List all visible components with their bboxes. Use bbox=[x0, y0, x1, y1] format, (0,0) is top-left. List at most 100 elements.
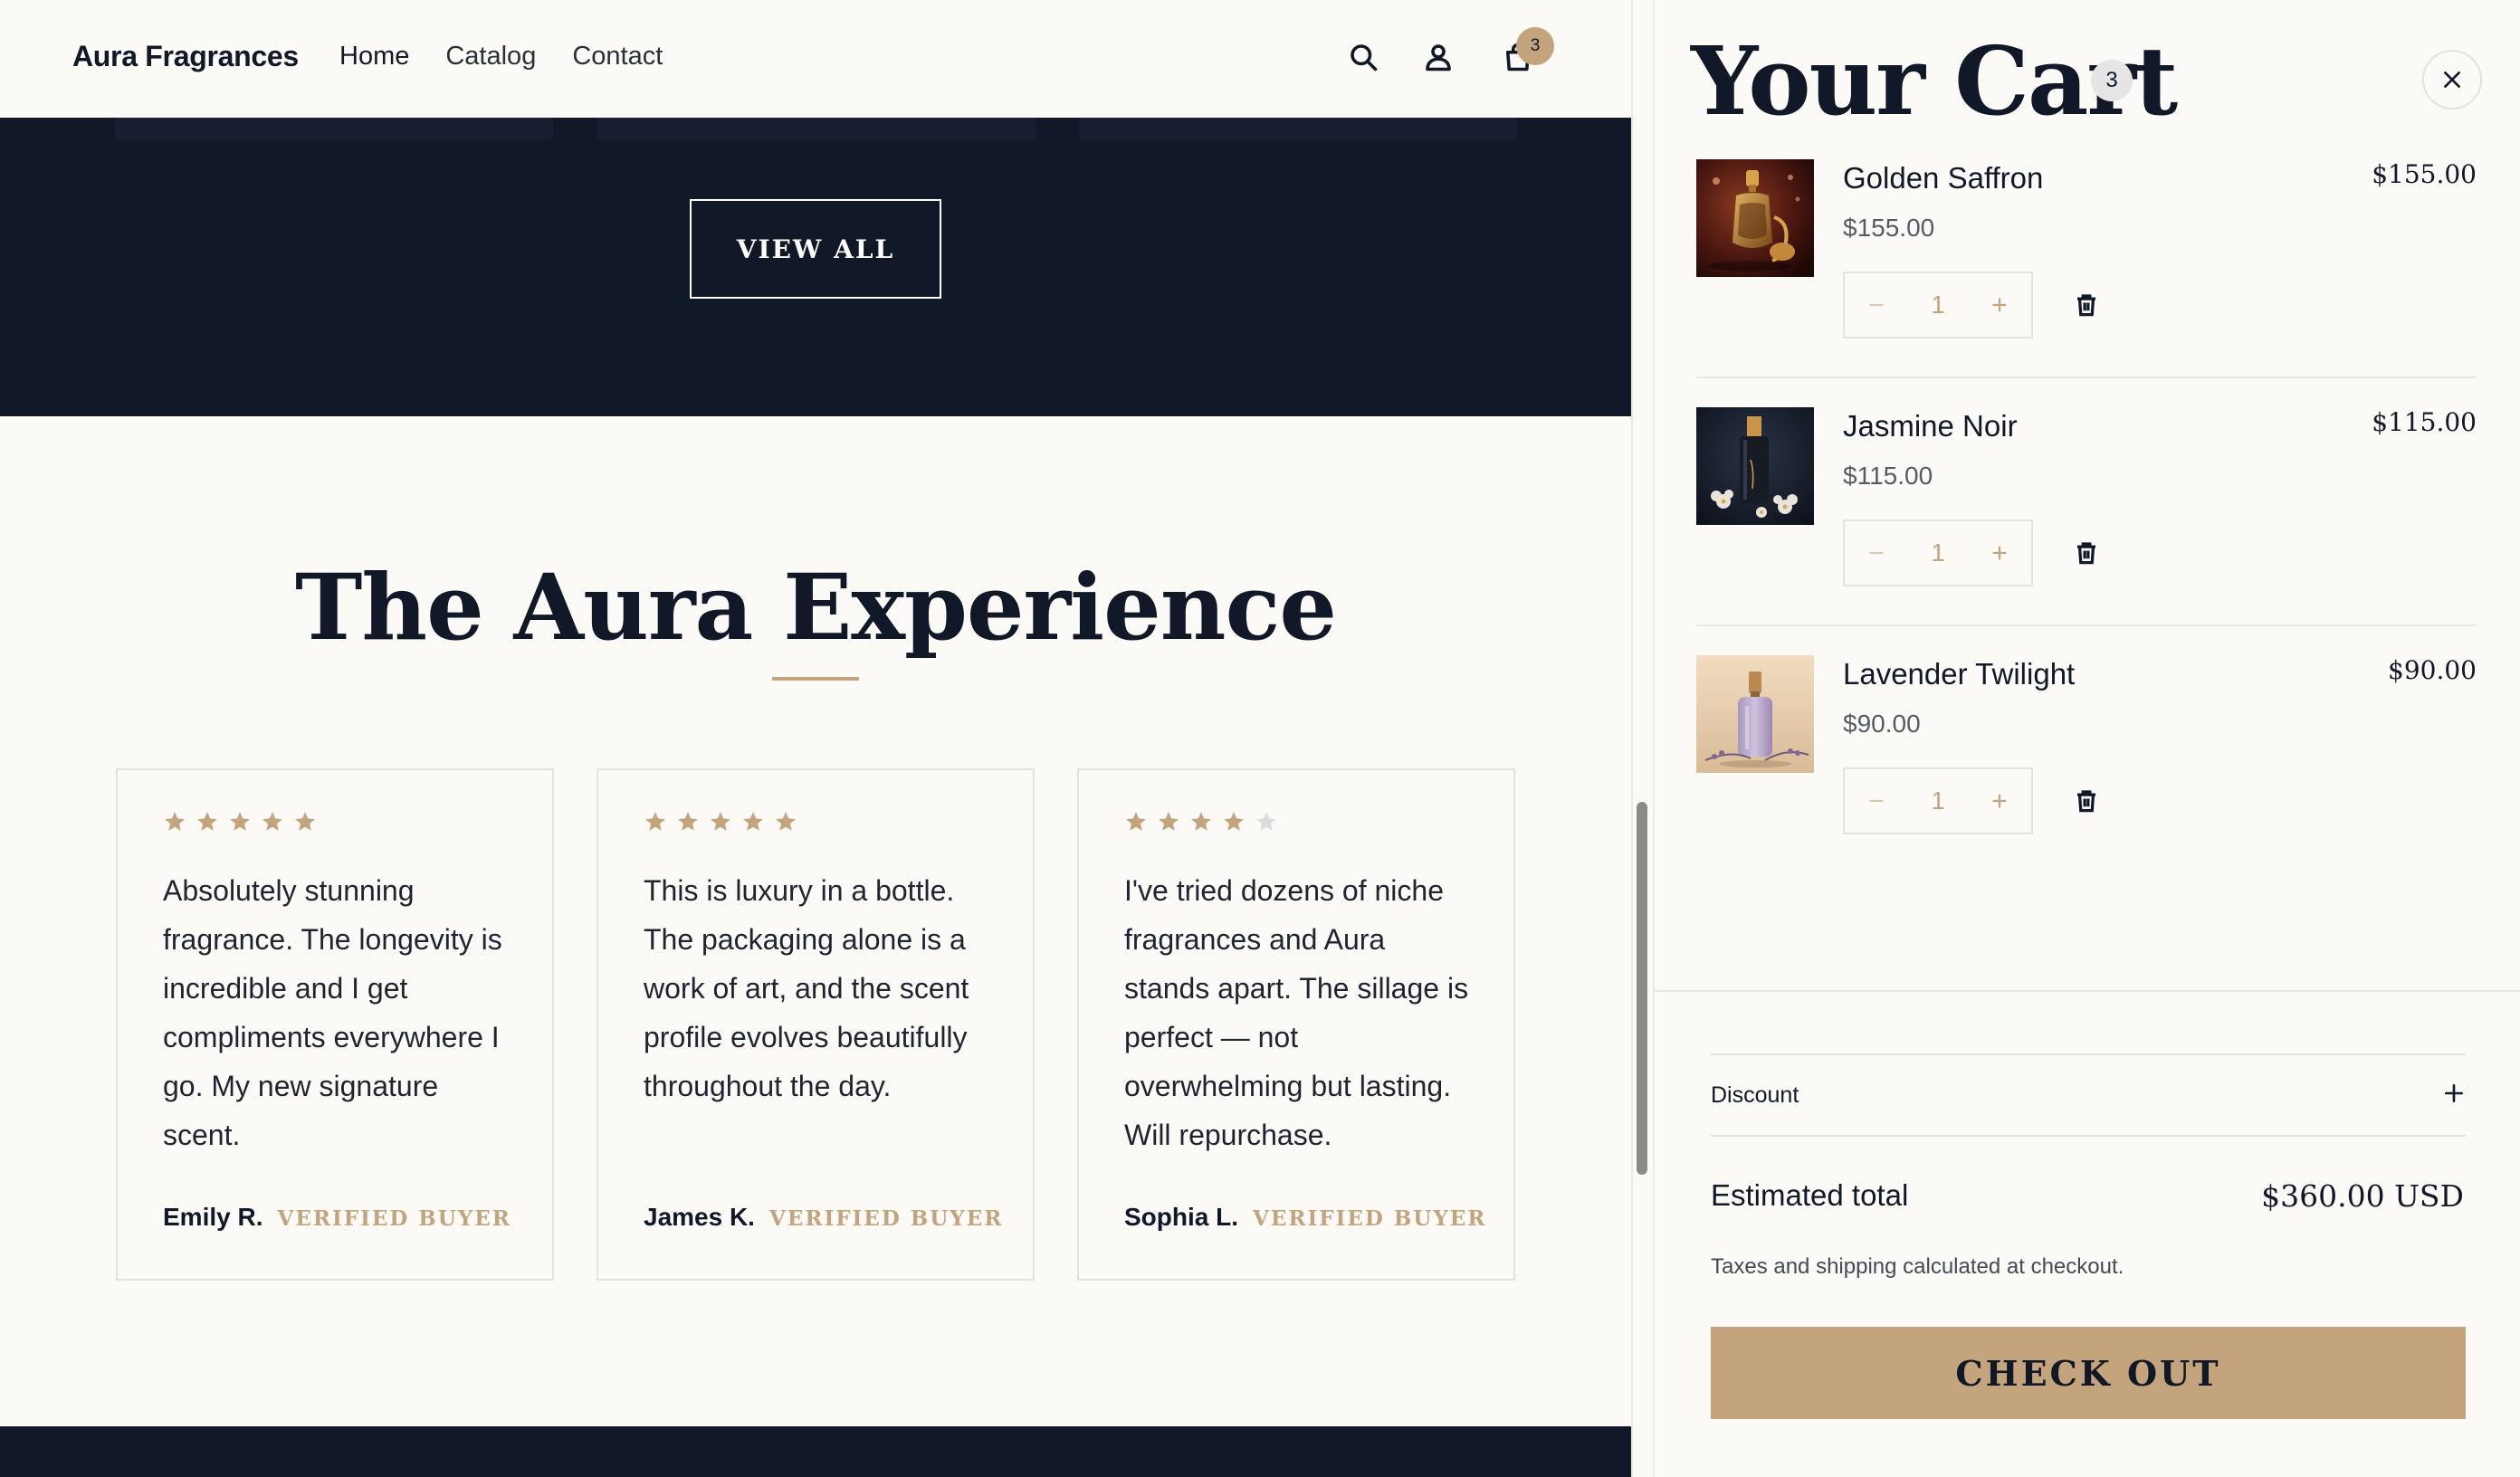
review-author: Emily R. VERIFIED BUYER bbox=[163, 1203, 511, 1232]
star-icon bbox=[197, 812, 217, 831]
quantity-stepper: 1 bbox=[1843, 519, 2033, 586]
nav-home[interactable]: Home bbox=[339, 42, 409, 71]
star-icon bbox=[262, 812, 282, 831]
decrease-quantity-button[interactable] bbox=[1863, 291, 1890, 319]
cart-count-badge: 3 bbox=[1516, 27, 1554, 65]
minus-icon bbox=[1869, 303, 1884, 307]
verified-badge: VERIFIED BUYER bbox=[277, 1206, 511, 1231]
scrollbar-thumb[interactable] bbox=[1637, 802, 1647, 1175]
close-cart-button[interactable] bbox=[2422, 50, 2482, 110]
storefront-page: VIEW ALL Aura Fragrances Home Catalog Co… bbox=[0, 0, 1631, 1477]
review-text: I've tried dozens of niche fragrances an… bbox=[1124, 874, 1469, 1151]
quantity-stepper: 1 bbox=[1843, 272, 2033, 338]
footer-band bbox=[0, 1426, 1631, 1477]
view-all-button[interactable]: VIEW ALL bbox=[690, 199, 941, 299]
checkout-button[interactable]: CHECK OUT bbox=[1711, 1327, 2466, 1419]
item-name[interactable]: Golden Saffron bbox=[1843, 161, 2043, 195]
star-rating bbox=[644, 810, 989, 835]
page-scrollbar[interactable] bbox=[1631, 0, 1653, 1477]
plus-icon bbox=[1992, 546, 2007, 560]
site-header: Aura Fragrances Home Catalog Contact 3 bbox=[0, 0, 1631, 118]
remove-item-button[interactable] bbox=[2069, 288, 2104, 322]
item-unit-price: $115.00 bbox=[1843, 462, 1933, 490]
star-icon bbox=[1256, 812, 1276, 831]
review-card: I've tried dozens of niche fragrances an… bbox=[1077, 768, 1515, 1281]
quantity-input[interactable]: 1 bbox=[1931, 291, 1945, 319]
discount-toggle[interactable]: Discount bbox=[1711, 1055, 2466, 1135]
plus-icon bbox=[2442, 1082, 2466, 1110]
increase-quantity-button[interactable] bbox=[1986, 539, 2013, 567]
decrease-quantity-button[interactable] bbox=[1863, 539, 1890, 567]
review-author: Sophia L. VERIFIED BUYER bbox=[1124, 1203, 1486, 1232]
estimated-total-value: $360.00 USD bbox=[2261, 1178, 2464, 1214]
item-name[interactable]: Lavender Twilight bbox=[1843, 657, 2075, 691]
star-icon bbox=[711, 812, 730, 831]
increase-quantity-button[interactable] bbox=[1986, 787, 2013, 815]
review-text: This is luxury in a bottle. The packagin… bbox=[644, 874, 969, 1102]
plus-icon bbox=[1992, 794, 2007, 808]
remove-item-button[interactable] bbox=[2069, 784, 2104, 818]
trash-icon bbox=[2077, 294, 2095, 317]
nav-contact[interactable]: Contact bbox=[572, 42, 663, 71]
close-icon bbox=[2444, 71, 2460, 88]
cart-drawer: Your Cart 3 Golden Saffron $155.00 $155.… bbox=[1653, 0, 2520, 1477]
star-rating bbox=[163, 810, 509, 835]
trash-icon bbox=[2077, 790, 2095, 813]
item-line-total: $115.00 bbox=[2372, 407, 2477, 437]
star-icon bbox=[743, 812, 763, 831]
product-card-bottom-edge[interactable] bbox=[597, 118, 1036, 139]
remove-item-button[interactable] bbox=[2069, 536, 2104, 570]
item-name[interactable]: Jasmine Noir bbox=[1843, 409, 2018, 443]
star-icon bbox=[776, 812, 796, 831]
discount-label: Discount bbox=[1711, 1082, 1799, 1108]
item-unit-price: $155.00 bbox=[1843, 214, 1935, 242]
trash-icon bbox=[2077, 542, 2095, 565]
main-nav: Home Catalog Contact bbox=[339, 42, 663, 71]
review-author: James K. VERIFIED BUYER bbox=[644, 1203, 1003, 1232]
section-title: The Aura Experience bbox=[294, 554, 1337, 661]
star-icon bbox=[165, 812, 185, 831]
product-image-jasmine-noir[interactable] bbox=[1696, 407, 1814, 525]
nav-catalog[interactable]: Catalog bbox=[445, 42, 536, 71]
star-icon bbox=[1191, 812, 1211, 831]
quantity-input[interactable]: 1 bbox=[1931, 786, 1945, 815]
discount-divider bbox=[1711, 1135, 2466, 1137]
cart-item: Golden Saffron $155.00 $155.00 1 bbox=[1696, 159, 2477, 407]
summary-divider bbox=[1655, 990, 2520, 992]
star-icon bbox=[678, 812, 698, 831]
estimated-total-label: Estimated total bbox=[1711, 1178, 1909, 1212]
star-icon bbox=[1224, 812, 1244, 831]
product-card-bottom-edge[interactable] bbox=[1079, 118, 1517, 139]
review-text: Absolutely stunning fragrance. The longe… bbox=[163, 874, 502, 1151]
cart-item-count: 3 bbox=[2091, 60, 2133, 101]
item-line-total: $90.00 bbox=[2388, 655, 2477, 685]
product-image-golden-saffron[interactable] bbox=[1696, 159, 1814, 277]
quantity-input[interactable]: 1 bbox=[1931, 538, 1945, 567]
minus-icon bbox=[1869, 551, 1884, 555]
author-name: James K. bbox=[644, 1203, 755, 1231]
increase-quantity-button[interactable] bbox=[1986, 291, 2013, 319]
item-unit-price: $90.00 bbox=[1843, 710, 1921, 738]
verified-badge: VERIFIED BUYER bbox=[768, 1206, 1004, 1231]
search-icon[interactable] bbox=[1341, 34, 1386, 80]
star-icon bbox=[230, 812, 250, 831]
product-image-lavender-twilight[interactable] bbox=[1696, 655, 1814, 773]
author-name: Emily R. bbox=[163, 1203, 263, 1231]
star-icon bbox=[645, 812, 665, 831]
brand-logo[interactable]: Aura Fragrances bbox=[72, 40, 299, 73]
decrease-quantity-button[interactable] bbox=[1863, 787, 1890, 815]
user-icon[interactable] bbox=[1416, 34, 1461, 80]
title-divider bbox=[772, 677, 859, 681]
review-card: Absolutely stunning fragrance. The longe… bbox=[116, 768, 554, 1281]
plus-icon bbox=[1992, 298, 2007, 312]
item-divider bbox=[1696, 624, 2477, 626]
quantity-stepper: 1 bbox=[1843, 767, 2033, 834]
star-icon bbox=[1159, 812, 1179, 831]
minus-icon bbox=[1869, 799, 1884, 803]
verified-badge: VERIFIED BUYER bbox=[1253, 1206, 1487, 1231]
cart-item: Jasmine Noir $115.00 $115.00 1 bbox=[1696, 407, 2477, 655]
cart-item: Lavender Twilight $90.00 $90.00 1 bbox=[1696, 655, 2477, 903]
star-rating bbox=[1124, 810, 1470, 835]
product-card-bottom-edge[interactable] bbox=[115, 118, 553, 139]
star-icon bbox=[295, 812, 315, 831]
